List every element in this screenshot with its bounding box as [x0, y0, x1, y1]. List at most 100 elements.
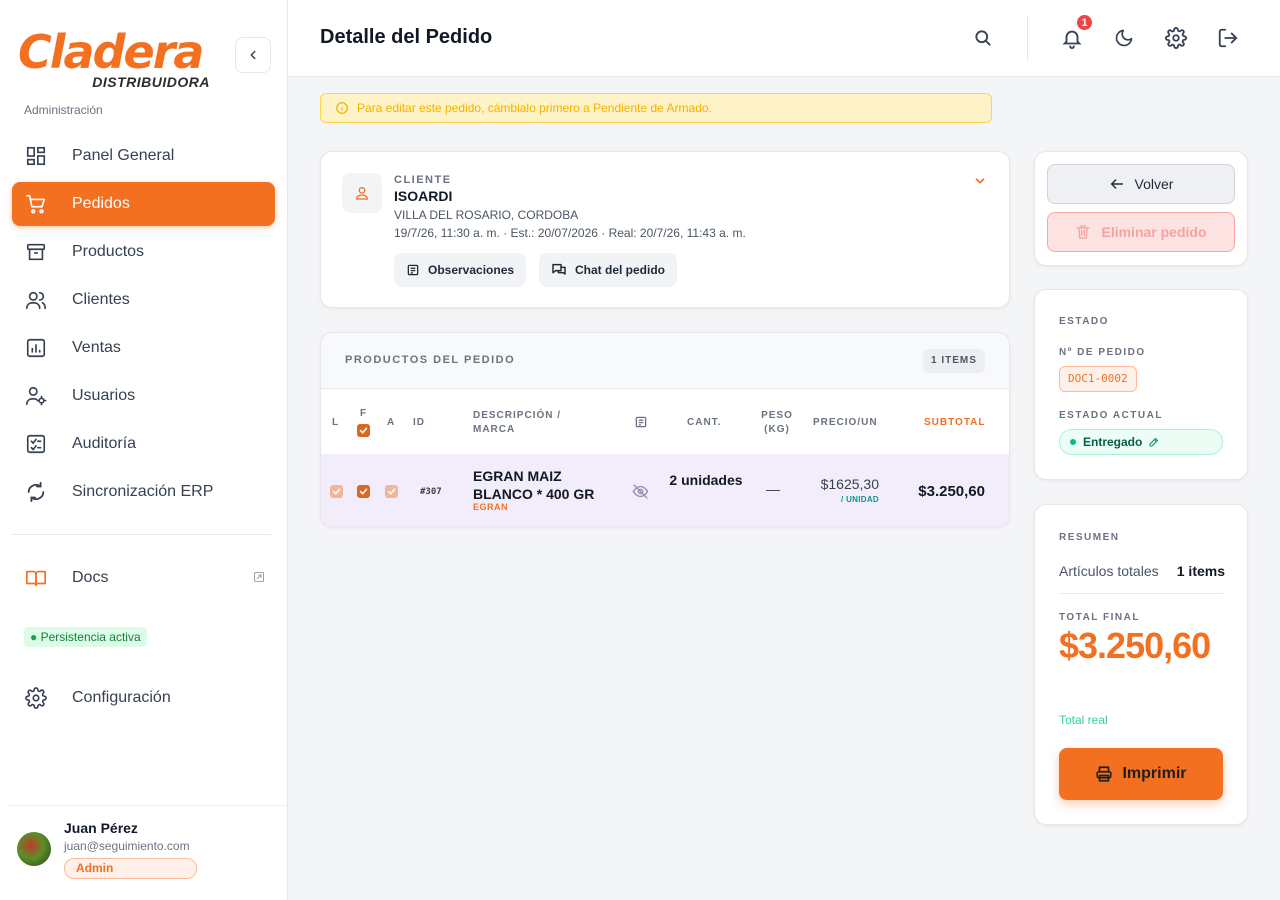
- row-a-checkbox[interactable]: [385, 485, 398, 498]
- sync-icon: [24, 480, 48, 504]
- dashboard-icon: [24, 144, 48, 168]
- sidebar-item-label: Panel General: [72, 147, 175, 164]
- order-chat-button[interactable]: Chat del pedido: [539, 253, 677, 287]
- delete-order-label: Eliminar pedido: [1101, 224, 1207, 240]
- header-divider: [1027, 16, 1028, 60]
- summary-divider: [1059, 593, 1223, 594]
- warning-text: Para editar este pedido, cámbialo primer…: [357, 101, 712, 115]
- client-dates: 19/7/26, 11:30 a. m. · Est.: 20/07/2026 …: [394, 226, 746, 240]
- chart-icon: [24, 336, 48, 360]
- sidebar-item-label: Pedidos: [72, 195, 130, 212]
- user-divider: [8, 805, 287, 806]
- pencil-icon: [1149, 437, 1159, 447]
- sidebar-item-label: Ventas: [72, 339, 121, 356]
- table-row[interactable]: #307 EGRAN MAIZ BLANCO * 400 GR EGRAN 2 …: [321, 454, 1009, 526]
- total-items-row: Artículos totales 1 items: [1059, 563, 1225, 579]
- sidebar-item-productos[interactable]: Productos: [12, 230, 275, 274]
- info-icon: [335, 101, 349, 115]
- moon-icon[interactable]: [1112, 26, 1136, 50]
- checklist-icon: [24, 432, 48, 456]
- column-header-description: DESCRIPCIÓN / MARCA: [473, 410, 562, 435]
- search-icon[interactable]: [971, 26, 995, 50]
- sidebar-item-pedidos[interactable]: Pedidos: [12, 182, 275, 226]
- sidebar-section-label: Administración: [24, 103, 103, 117]
- products-title: PRODUCTOS DEL PEDIDO: [345, 354, 516, 366]
- arrow-left-icon: [1110, 179, 1123, 189]
- chat-icon: [552, 263, 566, 275]
- observations-button[interactable]: Observaciones: [394, 253, 527, 287]
- order-summary-card: RESUMEN Artículos totales 1 items TOTAL …: [1034, 504, 1248, 825]
- note-icon: [407, 264, 419, 276]
- sidebar-item-auditoria[interactable]: Auditoría: [12, 422, 275, 466]
- back-button[interactable]: Volver: [1047, 164, 1235, 204]
- sidebar-item-ventas[interactable]: Ventas: [12, 326, 275, 370]
- chevron-left-icon: [250, 50, 256, 60]
- brand-logo-subtitle: DISTRIBUIDORA: [92, 74, 210, 90]
- status-dot: [1070, 439, 1076, 445]
- row-f-checkbox[interactable]: [357, 485, 370, 498]
- logout-icon[interactable]: [1216, 26, 1240, 50]
- row-price: $1625,30: [820, 476, 879, 492]
- brand-logo-text: Cladera: [18, 25, 204, 79]
- sidebar-item-label: Docs: [72, 569, 109, 586]
- row-brand: EGRAN: [473, 502, 509, 512]
- select-all-f-checkbox[interactable]: [357, 424, 370, 437]
- column-header-price: PRECIO/UN: [813, 417, 878, 428]
- column-header-id: ID: [413, 417, 425, 428]
- sidebar-item-docs[interactable]: Docs: [12, 556, 275, 600]
- column-header-weight: PESO (KG): [761, 410, 793, 435]
- sidebar-item-panel-general[interactable]: Panel General: [12, 134, 275, 178]
- users-icon: [24, 288, 48, 312]
- row-weight: —: [766, 481, 780, 497]
- column-header-qty: CANT.: [687, 417, 722, 428]
- client-name: ISOARDI: [394, 188, 453, 204]
- client-label: CLIENTE: [394, 174, 452, 186]
- sidebar-item-clientes[interactable]: Clientes: [12, 278, 275, 322]
- top-header: Detalle del Pedido 1: [288, 0, 1280, 77]
- notification-badge: 1: [1075, 13, 1094, 32]
- notes-column-icon: [634, 415, 648, 434]
- back-label: Volver: [1134, 176, 1174, 192]
- current-state-label: ESTADO ACTUAL: [1059, 410, 1163, 421]
- actions-card: Volver Eliminar pedido: [1034, 151, 1248, 266]
- row-l-checkbox[interactable]: [330, 485, 343, 498]
- sidebar-item-usuarios[interactable]: Usuarios: [12, 374, 275, 418]
- persistence-status-badge: ● Persistencia activa: [24, 627, 147, 647]
- client-location: VILLA DEL ROSARIO, CORDOBA: [394, 208, 579, 222]
- order-products-card: PRODUCTOS DEL PEDIDO 1 ITEMS L F A ID DE…: [320, 332, 1010, 527]
- column-header-f: F: [360, 408, 368, 419]
- avatar[interactable]: [17, 832, 51, 866]
- column-header-a: A: [387, 417, 396, 428]
- column-header-l: L: [332, 417, 340, 428]
- total-items-value: 1 items: [1176, 563, 1225, 579]
- row-description: EGRAN MAIZ BLANCO * 400 GR: [473, 468, 595, 502]
- collapse-sidebar-button[interactable]: [235, 37, 271, 73]
- client-card: CLIENTE ISOARDI VILLA DEL ROSARIO, CORDO…: [320, 151, 1010, 308]
- brand-logo[interactable]: Cladera DISTRIBUIDORA: [18, 22, 218, 92]
- sidebar-item-label: Auditoría: [72, 435, 137, 452]
- print-button[interactable]: Imprimir: [1059, 748, 1223, 800]
- status-dot: ●: [30, 630, 41, 644]
- sidebar-item-label: Productos: [72, 243, 145, 260]
- order-number-label: Nº DE PEDIDO: [1059, 347, 1146, 358]
- gear-icon: [24, 686, 48, 710]
- sidebar-item-configuracion[interactable]: Configuración: [12, 676, 275, 720]
- edit-warning-banner: Para editar este pedido, cámbialo primer…: [320, 93, 992, 123]
- page-title: Detalle del Pedido: [320, 26, 493, 48]
- user-role-badge: Admin: [64, 858, 197, 879]
- eye-off-icon[interactable]: [632, 483, 649, 505]
- sidebar-item-sincronizacion-erp[interactable]: Sincronización ERP: [12, 470, 275, 514]
- delete-order-button[interactable]: Eliminar pedido: [1047, 212, 1235, 252]
- book-icon: [24, 566, 48, 590]
- chevron-down-icon[interactable]: [973, 174, 987, 193]
- settings-icon[interactable]: [1164, 26, 1188, 50]
- items-count-badge: 1 ITEMS: [923, 349, 985, 373]
- current-state-value: Entregado: [1083, 435, 1143, 449]
- sidebar-item-label: Configuración: [72, 689, 171, 706]
- trash-icon: [1076, 225, 1091, 239]
- external-link-icon: [253, 570, 265, 588]
- user-name: Juan Pérez: [64, 820, 138, 836]
- user-cog-icon: [24, 384, 48, 408]
- current-state-badge[interactable]: Entregado: [1059, 429, 1223, 455]
- user-icon: [342, 173, 382, 213]
